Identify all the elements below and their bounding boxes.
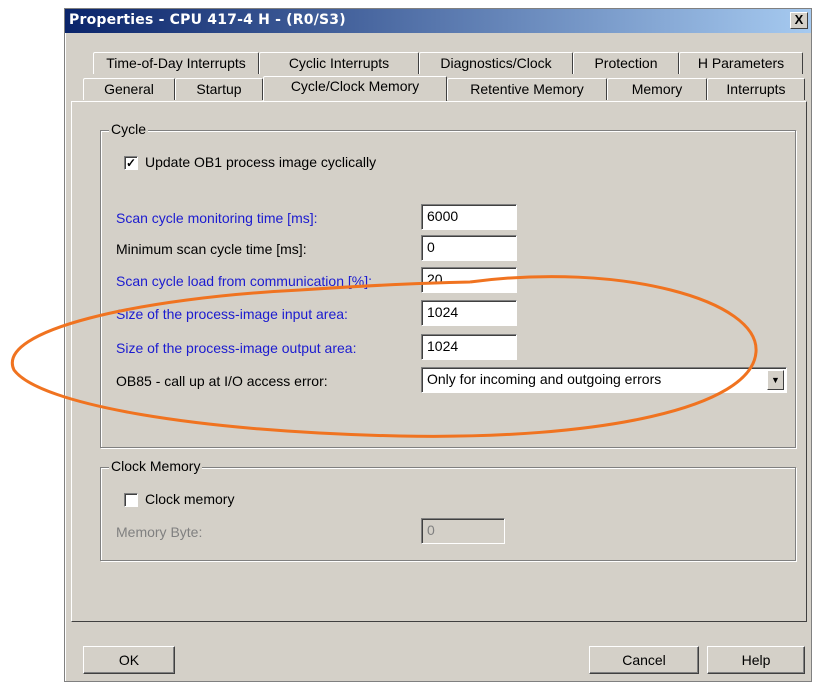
tab-general[interactable]: General (83, 78, 175, 100)
min-scan-label: Minimum scan cycle time [ms]: (116, 241, 307, 257)
clock-memory-group-label: Clock Memory (109, 458, 203, 474)
tab-cycle-clock-memory[interactable]: Cycle/Clock Memory (263, 76, 447, 101)
ob85-selected-value: Only for incoming and outgoing errors (427, 371, 662, 387)
cancel-button[interactable]: Cancel (589, 646, 699, 674)
ob85-dropdown[interactable]: Only for incoming and outgoing errors ▼ (421, 367, 787, 393)
properties-dialog: Properties - CPU 417-4 H - (R0/S3) X Tim… (64, 8, 812, 682)
clock-memory-group: Clock Memory Clock memory Memory Byte: 0 (100, 458, 796, 561)
tab-retentive-memory[interactable]: Retentive Memory (447, 78, 607, 100)
output-area-field[interactable]: 1024 (421, 334, 517, 360)
scan-monitor-field[interactable]: 6000 (421, 204, 517, 230)
tab-panel: Cycle ✓ Update OB1 process image cyclica… (71, 101, 807, 622)
checkmark-icon: ✓ (125, 156, 137, 170)
tab-h-parameters[interactable]: H Parameters (679, 52, 803, 74)
update-ob1-checkbox[interactable]: ✓ (124, 156, 138, 170)
scan-monitor-label: Scan cycle monitoring time [ms]: (116, 210, 318, 226)
cycle-group-label: Cycle (109, 121, 149, 137)
min-scan-field[interactable]: 0 (421, 235, 517, 261)
tab-protection[interactable]: Protection (573, 52, 679, 74)
ob85-label: OB85 - call up at I/O access error: (116, 373, 328, 389)
input-area-label: Size of the process-image input area: (116, 306, 348, 322)
tab-time-of-day-interrupts[interactable]: Time-of-Day Interrupts (93, 52, 259, 74)
tab-interrupts[interactable]: Interrupts (707, 78, 805, 100)
title-bar[interactable]: Properties - CPU 417-4 H - (R0/S3) X (65, 9, 811, 33)
memory-byte-label: Memory Byte: (116, 524, 203, 540)
scan-load-field[interactable]: 20 (421, 267, 517, 293)
ok-button[interactable]: OK (83, 646, 175, 674)
chevron-down-icon[interactable]: ▼ (767, 370, 784, 390)
memory-byte-field[interactable]: 0 (421, 518, 505, 544)
close-button[interactable]: X (790, 12, 808, 29)
window-title: Properties - CPU 417-4 H - (R0/S3) (69, 12, 346, 28)
update-ob1-label: Update OB1 process image cyclically (145, 154, 377, 170)
clock-memory-checkbox[interactable] (124, 493, 138, 507)
scan-load-label: Scan cycle load from communication [%]: (116, 273, 372, 289)
tab-diagnostics-clock[interactable]: Diagnostics/Clock (419, 52, 573, 74)
output-area-label: Size of the process-image output area: (116, 340, 357, 356)
tab-memory[interactable]: Memory (607, 78, 707, 100)
input-area-field[interactable]: 1024 (421, 300, 517, 326)
tab-startup[interactable]: Startup (175, 78, 263, 100)
tab-cyclic-interrupts[interactable]: Cyclic Interrupts (259, 52, 419, 74)
cycle-group: Cycle ✓ Update OB1 process image cyclica… (100, 121, 796, 448)
help-button[interactable]: Help (707, 646, 805, 674)
clock-memory-label: Clock memory (145, 491, 235, 507)
